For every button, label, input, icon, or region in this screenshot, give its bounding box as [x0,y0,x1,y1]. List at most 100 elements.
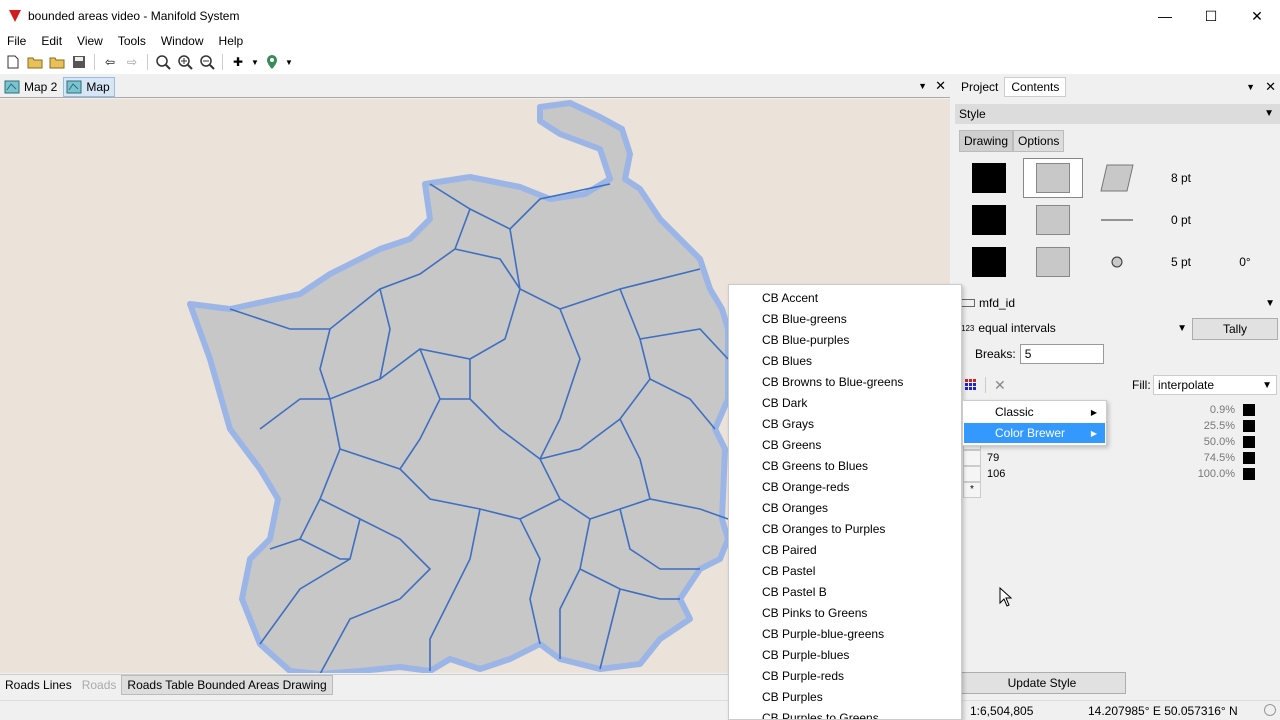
row-header [963,450,981,466]
chevron-right-icon: ▶ [1090,407,1097,417]
menu-item-color-brewer[interactable]: Color Brewer ▶ [964,423,1105,443]
tab-map[interactable]: Map [63,76,115,97]
tab-map-2[interactable]: Map 2 [2,77,61,97]
palette-grid-icon[interactable] [965,379,977,391]
forward-arrow-icon[interactable]: ⇨ [121,52,143,72]
close-icon[interactable]: ✕ [1265,79,1276,95]
tab-roads[interactable]: Roads [77,675,122,695]
style-subtabs: Drawing Options [959,130,1065,152]
tab-project[interactable]: Project [955,78,1004,96]
border-color-swatch[interactable] [959,200,1019,240]
chevron-right-icon: ▶ [1090,428,1097,438]
map-icon [4,80,20,93]
back-arrow-icon[interactable]: ⇦ [99,52,121,72]
location-pin-icon[interactable] [261,52,283,72]
fill-style-swatch[interactable] [1023,158,1083,198]
point-style-swatch[interactable] [1023,242,1083,282]
menu-item-cb-blues[interactable]: CB Blues [762,354,812,368]
open-folder-icon[interactable] [24,52,46,72]
tally-button[interactable]: Tally [1192,318,1278,340]
menu-item-cb-purple-reds[interactable]: CB Purple-reds [762,669,844,683]
style-section-header[interactable]: Style ▼ [955,104,1280,124]
menu-item-cb-pastel[interactable]: CB Pastel [762,564,815,578]
close-button[interactable]: ✕ [1234,0,1280,32]
row-percent: 25.5% [1203,420,1235,432]
fill-select[interactable]: interpolate ▼ [1153,375,1277,395]
size-value[interactable]: 5 pt [1151,242,1211,282]
menu-item-cb-browns-to-blue-greens[interactable]: CB Browns to Blue-greens [762,375,903,389]
chevron-down-icon[interactable]: ▼ [1246,82,1255,95]
minimize-button[interactable]: — [1142,0,1188,32]
tab-options[interactable]: Options [1013,130,1065,152]
new-file-icon[interactable] [2,52,24,72]
close-icon[interactable]: ✕ [935,78,946,94]
maximize-button[interactable]: ☐ [1188,0,1234,32]
panel-tab-bar: Project Contents ▼ ✕ [953,76,1280,98]
new-row[interactable]: * [963,482,1263,498]
menu-item-cb-blue-purples[interactable]: CB Blue-purples [762,333,849,347]
line-style-swatch[interactable] [1087,200,1147,240]
menu-item-cb-pinks-to-greens[interactable]: CB Pinks to Greens [762,606,867,620]
field-select[interactable]: mfd_id ▼ [961,293,1279,313]
title-bar: bounded areas video - Manifold System — … [0,0,1280,32]
point-color-swatch[interactable] [959,242,1019,282]
tab-roads-lines[interactable]: Roads Lines [0,675,77,695]
chevron-down-icon: ▼ [1264,108,1274,119]
menu-view[interactable]: View [70,34,111,48]
menu-tools[interactable]: Tools [111,34,154,48]
menu-item-cb-greens[interactable]: CB Greens [762,438,821,452]
menu-item-cb-purples-to-greens[interactable]: CB Purples to Greens [762,711,879,719]
size-value[interactable]: 0 pt [1151,200,1211,240]
menu-item-classic[interactable]: Classic ▶ [964,402,1105,422]
menu-item-cb-blue-greens[interactable]: CB Blue-greens [762,312,847,326]
menu-item-cb-oranges-to-purples[interactable]: CB Oranges to Purples [762,522,885,536]
border-style-swatch[interactable] [1023,200,1083,240]
method-select[interactable]: 123 equal intervals ▼ [961,318,1191,338]
menu-help[interactable]: Help [212,34,252,48]
row-color[interactable] [1243,404,1255,416]
menu-item-cb-oranges[interactable]: CB Oranges [762,501,828,515]
menu-item-cb-purples[interactable]: CB Purples [762,690,823,704]
menu-item-cb-accent[interactable]: CB Accent [762,291,818,305]
chevron-down-icon[interactable]: ▼ [918,81,927,94]
row-color[interactable] [1243,436,1255,448]
tab-roads-table-bounded-areas[interactable]: Roads Table Bounded Areas Drawing [121,674,333,695]
chevron-down-icon[interactable]: ▼ [283,52,295,72]
breaks-row: Breaks: 5 [975,344,1104,364]
row-color[interactable] [1243,452,1255,464]
breaks-input[interactable]: 5 [1019,344,1104,364]
menu-item-cb-pastel-b[interactable]: CB Pastel B [762,585,827,599]
menu-item-cb-purple-blue-greens[interactable]: CB Purple-blue-greens [762,627,884,641]
zoom-extent-icon[interactable] [152,52,174,72]
chevron-down-icon[interactable]: ▼ [249,52,261,72]
table-row[interactable]: 106 100.0% [963,466,1263,482]
row-color[interactable] [1243,420,1255,432]
rotation-value[interactable]: 0° [1215,242,1275,282]
table-row[interactable]: 79 74.5% [963,450,1263,466]
menu-item-cb-greens-to-blues[interactable]: CB Greens to Blues [762,459,868,473]
menu-file[interactable]: File [0,34,34,48]
menu-edit[interactable]: Edit [34,34,70,48]
zoom-out-icon[interactable] [196,52,218,72]
menu-item-cb-paired[interactable]: CB Paired [762,543,817,557]
menu-window[interactable]: Window [154,34,212,48]
size-value[interactable]: 8 pt [1151,158,1211,198]
tab-drawing[interactable]: Drawing [959,130,1014,152]
folder-icon[interactable] [46,52,68,72]
tab-contents[interactable]: Contents [1004,77,1067,97]
area-shape-swatch[interactable] [1087,158,1147,198]
menu-item-cb-orange-reds[interactable]: CB Orange-reds [762,480,849,494]
scale-readout[interactable]: 1:6,504,805 [970,704,1033,718]
update-style-button[interactable]: Update Style [958,672,1126,694]
clear-icon[interactable]: ✕ [994,377,1006,394]
fill-color-swatch[interactable] [959,158,1019,198]
add-icon[interactable]: ✚ [227,52,249,72]
menu-item-cb-dark[interactable]: CB Dark [762,396,807,410]
menu-item-cb-grays[interactable]: CB Grays [762,417,814,431]
menu-item-cb-purple-blues[interactable]: CB Purple-blues [762,648,849,662]
row-color[interactable] [1243,468,1255,480]
point-symbol-swatch[interactable] [1087,242,1147,282]
save-icon[interactable] [68,52,90,72]
zoom-in-icon[interactable] [174,52,196,72]
row-percent: 100.0% [1197,468,1235,480]
